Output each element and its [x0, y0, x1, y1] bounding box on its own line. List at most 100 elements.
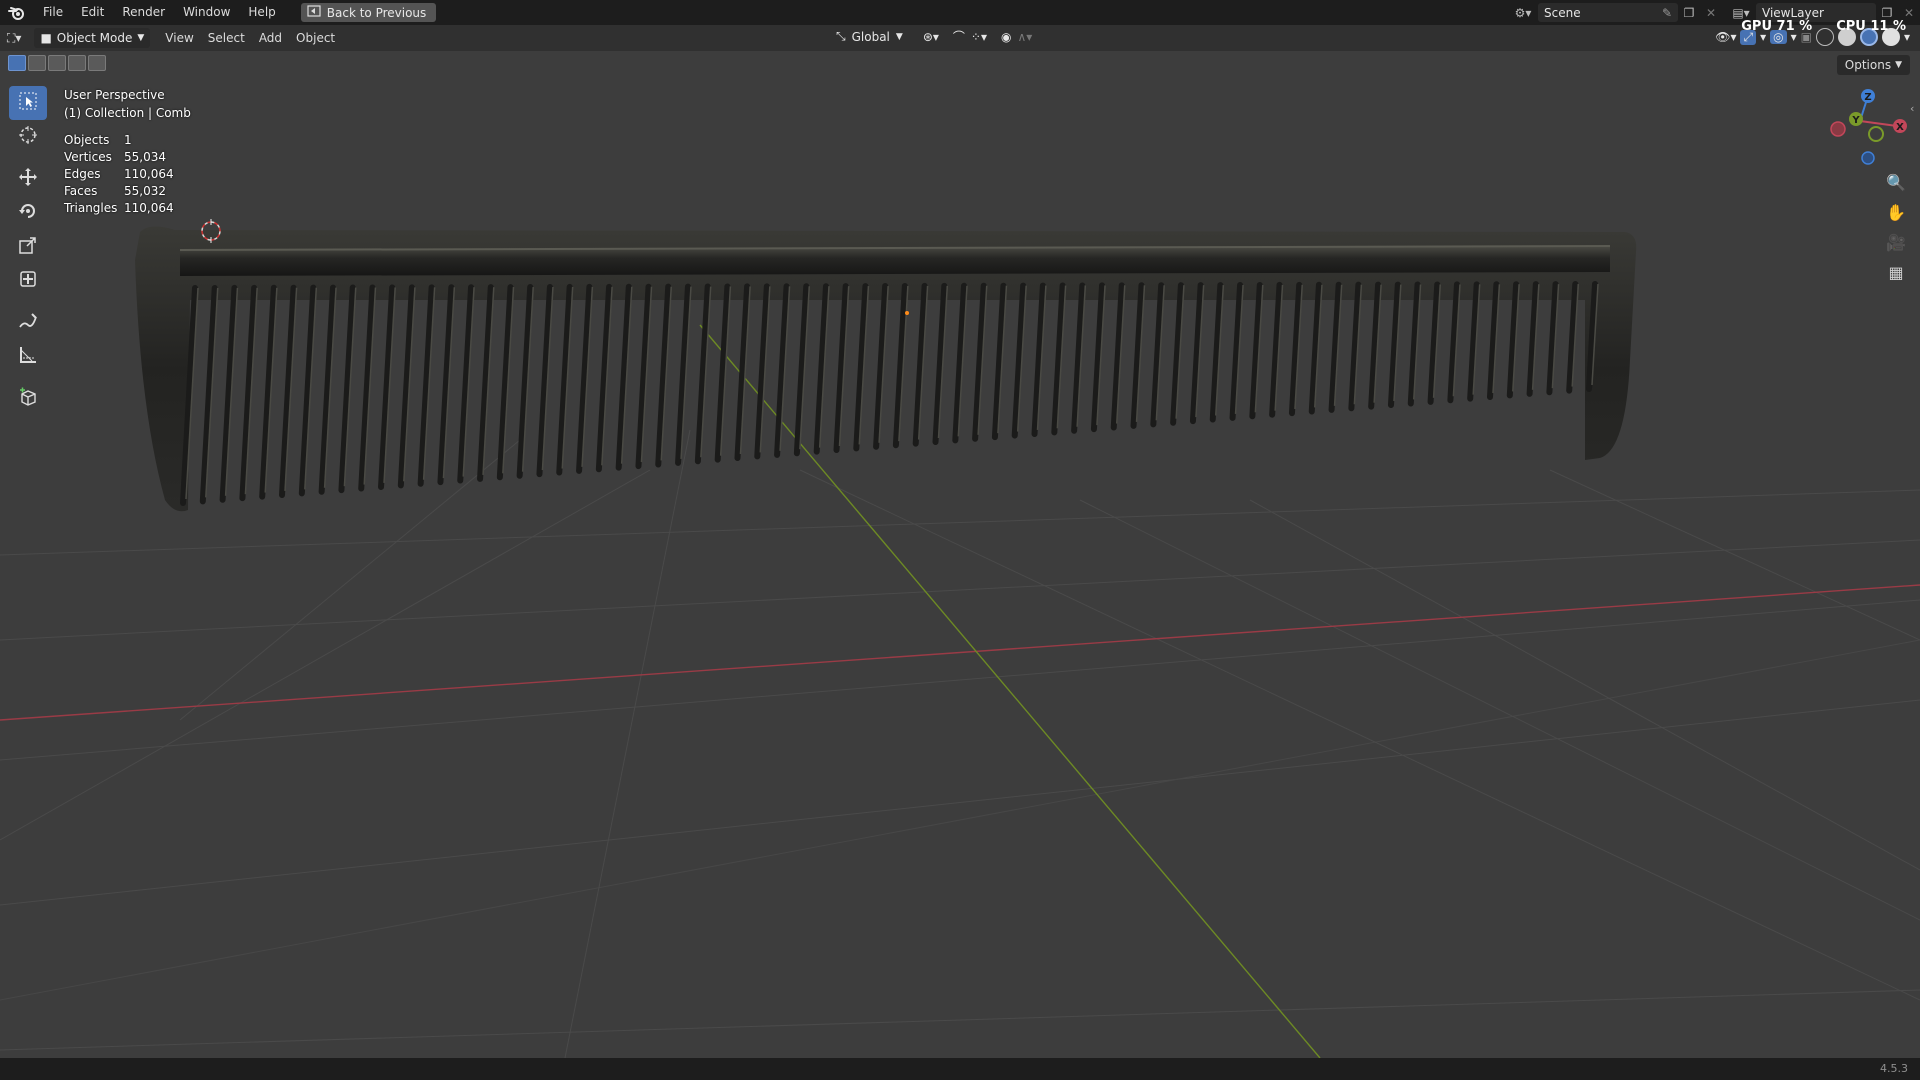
performance-readout: GPU 71 % CPU 11 % [1741, 19, 1906, 34]
gizmo-neg-y [1868, 126, 1884, 142]
stat-row: Edges 110,064 [64, 167, 174, 181]
transform-orientation-icon: ⤡ [836, 29, 846, 43]
floor-grid [0, 429, 1920, 1058]
comb-object [135, 226, 1637, 512]
comb-tooth [259, 284, 277, 500]
menu-select[interactable]: Select [201, 28, 252, 48]
menu-window[interactable]: Window [174, 0, 239, 25]
svg-text:Z: Z [1864, 92, 1871, 103]
snap-icon[interactable]: ⌒ [953, 28, 965, 45]
blender-logo-icon[interactable] [0, 0, 34, 25]
object-mode-icon: ■ [40, 31, 52, 45]
editor-type-button[interactable]: ⛶▾ [0, 28, 28, 48]
rotate-tool[interactable] [9, 196, 47, 230]
view-layer-name: ViewLayer [1762, 5, 1824, 20]
collection-label: (1) Collection | Comb [64, 106, 191, 120]
comb-teeth-highlight [185, 283, 1599, 500]
transform-tools: ⤡ Global ▼ ⊛▾ ⌒ ⁘▾ ◉ ∧▾ [836, 28, 1032, 45]
comb-tooth [457, 284, 475, 484]
view-name: User Perspective [64, 88, 165, 102]
back-to-previous-button[interactable]: Back to Previous [300, 3, 437, 22]
pin-icon[interactable]: ✎ [1662, 6, 1672, 20]
chevron-down-icon: ▼ [137, 33, 145, 43]
comb-tooth [318, 284, 337, 495]
proportional-edit-icon[interactable]: ◉ [1001, 30, 1011, 44]
crosshair-circle-icon [18, 125, 38, 149]
sidebar-toggle-icon[interactable]: ‹ [1910, 102, 1914, 115]
comb-tooth [279, 284, 297, 498]
scene-type-icon[interactable]: ⚙▾ [1512, 3, 1534, 22]
add-cube-tool[interactable] [9, 382, 47, 416]
delete-scene-icon[interactable]: ✕ [1700, 3, 1722, 22]
menu-add[interactable]: Add [252, 28, 289, 48]
comb-tooth [358, 284, 376, 492]
stat-row: Objects 1 [64, 133, 132, 147]
y-axis-line [699, 324, 1321, 1058]
navigation-gizmo[interactable]: Y Z X [1820, 86, 1910, 166]
cursor-tool[interactable] [9, 120, 47, 154]
mode-selector[interactable]: ■ Object Mode ▼ [34, 28, 151, 48]
menu-help[interactable]: Help [239, 0, 284, 25]
stat-row: Faces 55,032 [64, 184, 166, 198]
move-tool[interactable] [9, 162, 47, 196]
new-scene-icon[interactable]: ❐ [1678, 3, 1700, 22]
comb-tooth [219, 284, 238, 503]
status-bar: 4.5.3 [0, 1058, 1920, 1080]
x-axis-line [0, 584, 1920, 721]
scale-tool[interactable] [9, 230, 47, 264]
comb-tooth [417, 284, 435, 487]
comb-teeth [180, 281, 1598, 506]
gpu-usage: GPU 71 % [1741, 19, 1813, 34]
move-arrows-icon [18, 167, 38, 191]
comb-tooth [516, 284, 534, 479]
comb-tooth [556, 283, 573, 476]
comb-tooth [378, 284, 396, 490]
chevron-down-icon: ▼ [895, 31, 903, 42]
gizmo-neg-z [1861, 151, 1875, 165]
top-menu-bar: File Edit Render Window Help Back to Pre… [0, 0, 1920, 25]
zoom-view-button[interactable]: 🔍 [1882, 168, 1910, 196]
version-label: 4.5.3 [1880, 1062, 1908, 1075]
comb-tooth [338, 284, 356, 494]
transform-orientation-select[interactable]: Global [852, 30, 890, 44]
annotate-tool[interactable] [9, 306, 47, 340]
menu-object[interactable]: Object [289, 28, 342, 48]
zoom-icon: 🔍 [1886, 172, 1906, 192]
camera-icon: 🎥 [1886, 232, 1906, 252]
measure-tool[interactable] [9, 340, 47, 374]
rotate-icon [18, 201, 38, 225]
pan-view-button[interactable]: ✋ [1882, 198, 1910, 226]
stat-row: Vertices 55,034 [64, 150, 166, 164]
viewport-header: ⛶▾ ■ Object Mode ▼ View Select Add Objec… [0, 25, 1920, 51]
stat-row: Triangles 110,064 [64, 201, 174, 215]
viewport-3d[interactable] [0, 51, 1920, 1058]
menu-file[interactable]: File [34, 0, 72, 25]
snap-target-icon[interactable]: ⁘▾ [971, 30, 987, 44]
select-box-tool[interactable] [9, 86, 47, 120]
comb-tooth [437, 284, 455, 486]
camera-view-button[interactable]: 🎥 [1882, 228, 1910, 256]
comb-tooth [536, 283, 553, 478]
scene-statistics: Objects 1 Vertices 55,034 Edges 110,064 Fac… [64, 132, 191, 217]
svg-text:Y: Y [1851, 115, 1860, 126]
ruler-icon [18, 345, 38, 369]
viewport-text-overlay: User Perspective (1) Collection | Comb O… [64, 86, 191, 217]
scale-icon [18, 235, 38, 259]
falloff-icon[interactable]: ∧▾ [1017, 30, 1032, 44]
tool-shelf [9, 86, 47, 416]
editor-type-icon: ⛶▾ [7, 30, 22, 45]
screen-back-icon [307, 5, 321, 20]
menu-view[interactable]: View [158, 28, 200, 48]
transform-tool[interactable] [9, 264, 47, 298]
scene-selector[interactable]: Scene ✎ [1538, 3, 1678, 22]
pivot-point-icon[interactable]: ⊛▾ [923, 30, 939, 44]
comb-tooth [298, 284, 317, 497]
visibility-icon[interactable]: 👁▾ [1715, 30, 1736, 44]
mode-label: Object Mode [56, 31, 133, 45]
gizmo-neg-x [1830, 121, 1846, 137]
comb-tooth [239, 284, 258, 502]
pencil-icon [18, 311, 38, 335]
perspective-toggle-button[interactable]: ▦ [1882, 258, 1910, 286]
menu-render[interactable]: Render [113, 0, 174, 25]
menu-edit[interactable]: Edit [72, 0, 113, 25]
